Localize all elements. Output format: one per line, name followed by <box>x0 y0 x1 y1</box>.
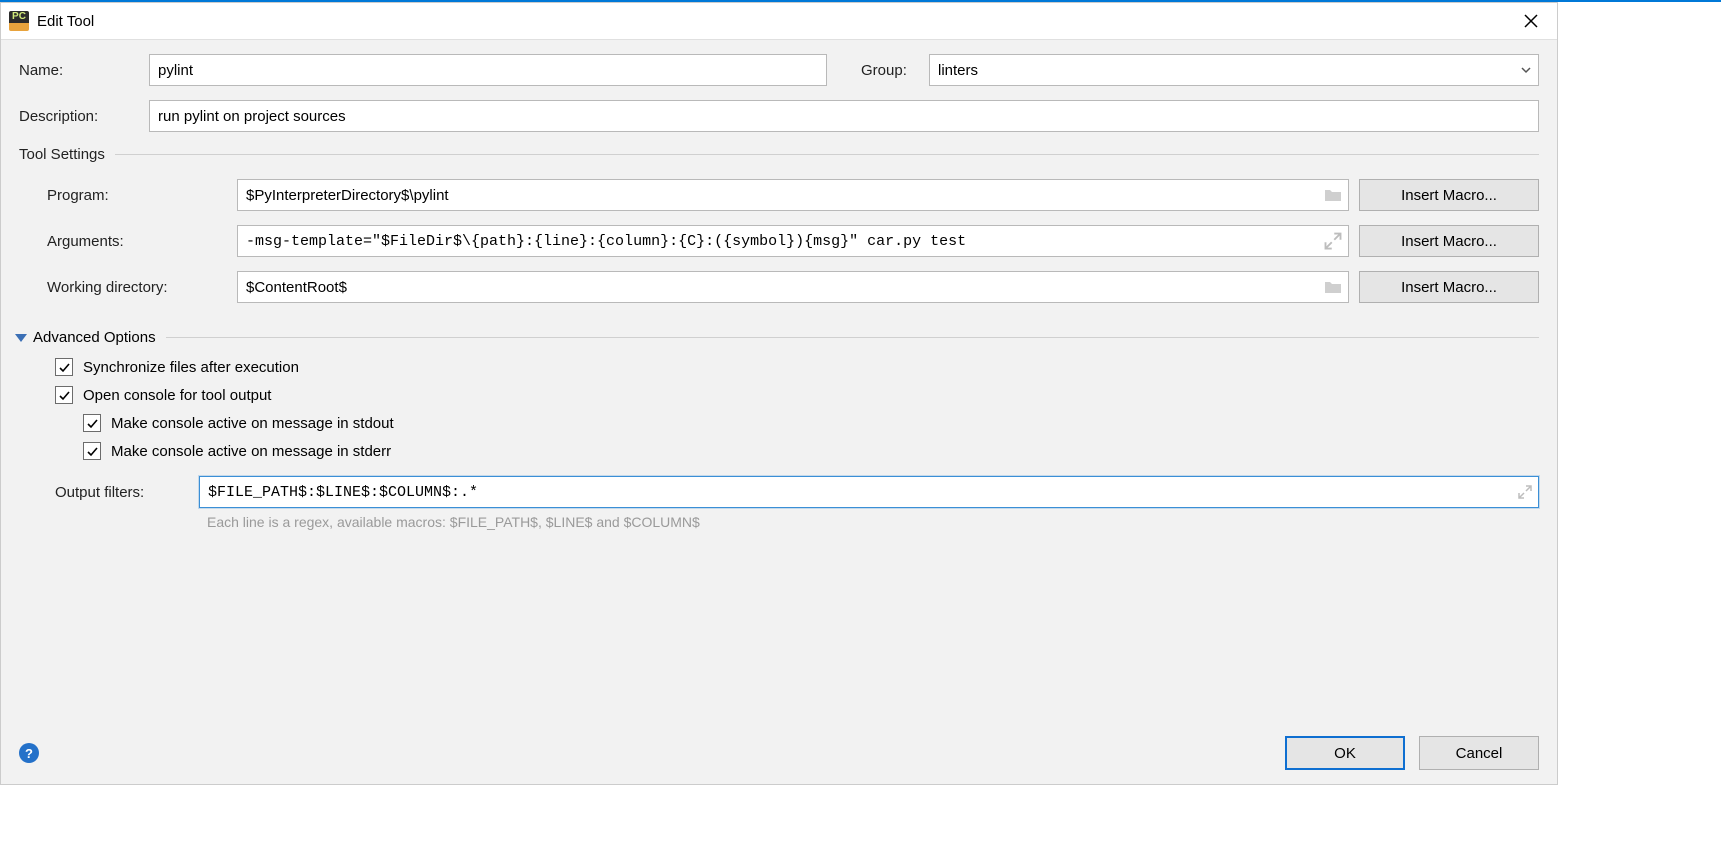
expand-arguments-button[interactable] <box>1323 231 1343 251</box>
name-input[interactable] <box>149 54 827 86</box>
program-input[interactable] <box>237 179 1349 211</box>
arguments-label: Arguments: <box>47 233 227 250</box>
name-label: Name: <box>19 62 139 79</box>
program-row: Program: Insert Macro... <box>47 179 1539 211</box>
tool-settings-label: Tool Settings <box>19 146 105 163</box>
insert-macro-program-button[interactable]: Insert Macro... <box>1359 179 1539 211</box>
cancel-button[interactable]: Cancel <box>1419 736 1539 770</box>
sync-files-checkbox[interactable] <box>55 358 73 376</box>
stderr-checkbox[interactable] <box>83 442 101 460</box>
bottom-bar: ? OK Cancel <box>1 726 1557 784</box>
group-value: linters <box>938 62 978 79</box>
stderr-label: Make console active on message in stderr <box>111 443 391 460</box>
insert-macro-arguments-button[interactable]: Insert Macro... <box>1359 225 1539 257</box>
browse-workdir-button[interactable] <box>1323 277 1343 297</box>
browse-program-button[interactable] <box>1323 185 1343 205</box>
insert-macro-workdir-button[interactable]: Insert Macro... <box>1359 271 1539 303</box>
expand-output-filters-button[interactable] <box>1517 484 1533 500</box>
arguments-input[interactable] <box>237 225 1349 257</box>
checkmark-icon <box>86 445 99 458</box>
checkmark-icon <box>86 417 99 430</box>
description-input[interactable] <box>149 100 1539 132</box>
sync-files-row: Synchronize files after execution <box>55 358 1539 376</box>
open-console-checkbox[interactable] <box>55 386 73 404</box>
stderr-row: Make console active on message in stderr <box>55 442 1539 460</box>
expand-icon <box>1323 231 1343 251</box>
question-mark-icon: ? <box>25 746 33 761</box>
advanced-options-label: Advanced Options <box>33 329 156 346</box>
checkmark-icon <box>58 389 71 402</box>
open-console-label: Open console for tool output <box>83 387 271 404</box>
output-filters-row: Output filters: <box>55 476 1539 508</box>
expand-icon <box>1517 484 1533 500</box>
edit-tool-dialog: PC Edit Tool Name: Group: linters Descri… <box>0 2 1558 785</box>
description-label: Description: <box>19 108 139 125</box>
titlebar: PC Edit Tool <box>1 3 1557 40</box>
workdir-row: Working directory: Insert Macro... <box>47 271 1539 303</box>
triangle-down-icon <box>15 334 27 342</box>
group-combo[interactable]: linters <box>929 54 1539 86</box>
output-filters-hint: Each line is a regex, available macros: … <box>207 514 1539 530</box>
group-label: Group: <box>861 62 919 79</box>
ok-button[interactable]: OK <box>1285 736 1405 770</box>
workdir-input[interactable] <box>237 271 1349 303</box>
close-button[interactable] <box>1513 7 1549 35</box>
stdout-row: Make console active on message in stdout <box>55 414 1539 432</box>
arguments-row: Arguments: Insert Macro... <box>47 225 1539 257</box>
help-button[interactable]: ? <box>19 743 39 763</box>
checkmark-icon <box>58 361 71 374</box>
folder-icon <box>1323 277 1343 297</box>
divider <box>166 337 1539 338</box>
sync-files-label: Synchronize files after execution <box>83 359 299 376</box>
chevron-down-icon <box>1520 64 1532 76</box>
output-filters-label: Output filters: <box>55 484 187 501</box>
program-label: Program: <box>47 187 227 204</box>
close-icon <box>1524 14 1538 28</box>
stdout-checkbox[interactable] <box>83 414 101 432</box>
open-console-row: Open console for tool output <box>55 386 1539 404</box>
tool-settings-header: Tool Settings <box>19 146 1539 163</box>
pycharm-icon: PC <box>9 11 29 31</box>
output-filters-input[interactable] <box>199 476 1539 508</box>
workdir-label: Working directory: <box>47 279 227 296</box>
divider <box>115 154 1539 155</box>
stdout-label: Make console active on message in stdout <box>111 415 394 432</box>
folder-icon <box>1323 185 1343 205</box>
dialog-title: Edit Tool <box>37 13 94 30</box>
advanced-options-toggle[interactable]: Advanced Options <box>19 329 1539 346</box>
description-row: Description: <box>19 100 1539 132</box>
name-group-row: Name: Group: linters <box>19 54 1539 86</box>
